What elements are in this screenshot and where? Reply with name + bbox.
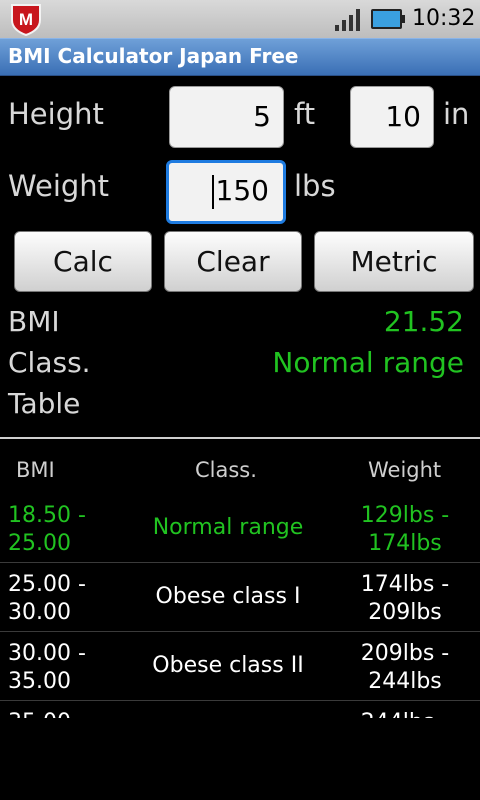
class-value: Normal range [272, 346, 464, 379]
height-feet-input[interactable]: 5 [169, 86, 284, 148]
weight-input[interactable]: 150 [166, 160, 286, 224]
row-bmi: 18.50 - [8, 503, 86, 528]
table-row: 35.00 - 244lbs - [0, 701, 480, 718]
row-bmi: 35.00 [8, 669, 71, 694]
table-row: 18.50 - 25.00 Normal range 129lbs - 174lbs [0, 494, 480, 563]
mcafee-shield-icon: M [11, 4, 41, 36]
text-caret [211, 175, 214, 209]
row-class: Normal range [152, 515, 304, 540]
table-label: Table [8, 387, 81, 420]
row-weight: 244lbs - [361, 710, 449, 718]
signal-icon [335, 9, 360, 31]
height-inches-input[interactable]: 10 [350, 86, 434, 148]
inches-unit-label: in [443, 97, 470, 131]
bmi-label: BMI [8, 305, 60, 338]
status-bar: M 10:32 [0, 0, 480, 38]
table-row: 25.00 - 30.00 Obese class I 174lbs - 209lb… [0, 563, 480, 632]
row-weight: 209lbs [368, 600, 442, 625]
row-weight: 244lbs [368, 669, 442, 694]
height-label: Height [8, 97, 104, 131]
weight-label: Weight [8, 169, 110, 203]
row-bmi: 30.00 - [8, 641, 86, 666]
clear-button[interactable]: Clear [164, 231, 302, 292]
table-header-class: Class. [195, 458, 257, 482]
metric-button[interactable]: Metric [314, 231, 474, 292]
class-label: Class. [8, 346, 91, 379]
app-title-bar: BMI Calculator Japan Free [0, 38, 480, 76]
row-bmi: 25.00 [8, 531, 71, 556]
calc-button[interactable]: Calc [14, 231, 152, 292]
status-time: 10:32 [412, 6, 476, 31]
row-bmi: 35.00 - [8, 710, 86, 718]
bmi-table[interactable]: 18.50 - 25.00 Normal range 129lbs - 174lbs… [0, 494, 480, 718]
battery-icon [371, 9, 405, 29]
feet-unit-label: ft [294, 97, 316, 131]
table-row: 30.00 - 35.00 Obese class II 209lbs - 244l… [0, 632, 480, 701]
divider [0, 437, 480, 439]
table-header-bmi: BMI [16, 458, 55, 482]
weight-unit-label: lbs [294, 169, 336, 203]
row-bmi: 25.00 - [8, 572, 86, 597]
svg-text:M: M [19, 10, 33, 29]
bmi-value: 21.52 [383, 305, 464, 338]
row-class: Obese class I [155, 584, 301, 609]
row-class: Obese class II [152, 653, 304, 678]
row-bmi: 30.00 [8, 600, 71, 625]
row-weight: 174lbs [368, 531, 442, 556]
row-weight: 174lbs - [360, 572, 450, 597]
app-title: BMI Calculator Japan Free [8, 44, 299, 68]
table-header-weight: Weight [368, 458, 442, 482]
row-weight: 209lbs - [360, 641, 450, 666]
row-weight: 129lbs - [360, 503, 450, 528]
weight-input-value: 150 [215, 174, 269, 207]
